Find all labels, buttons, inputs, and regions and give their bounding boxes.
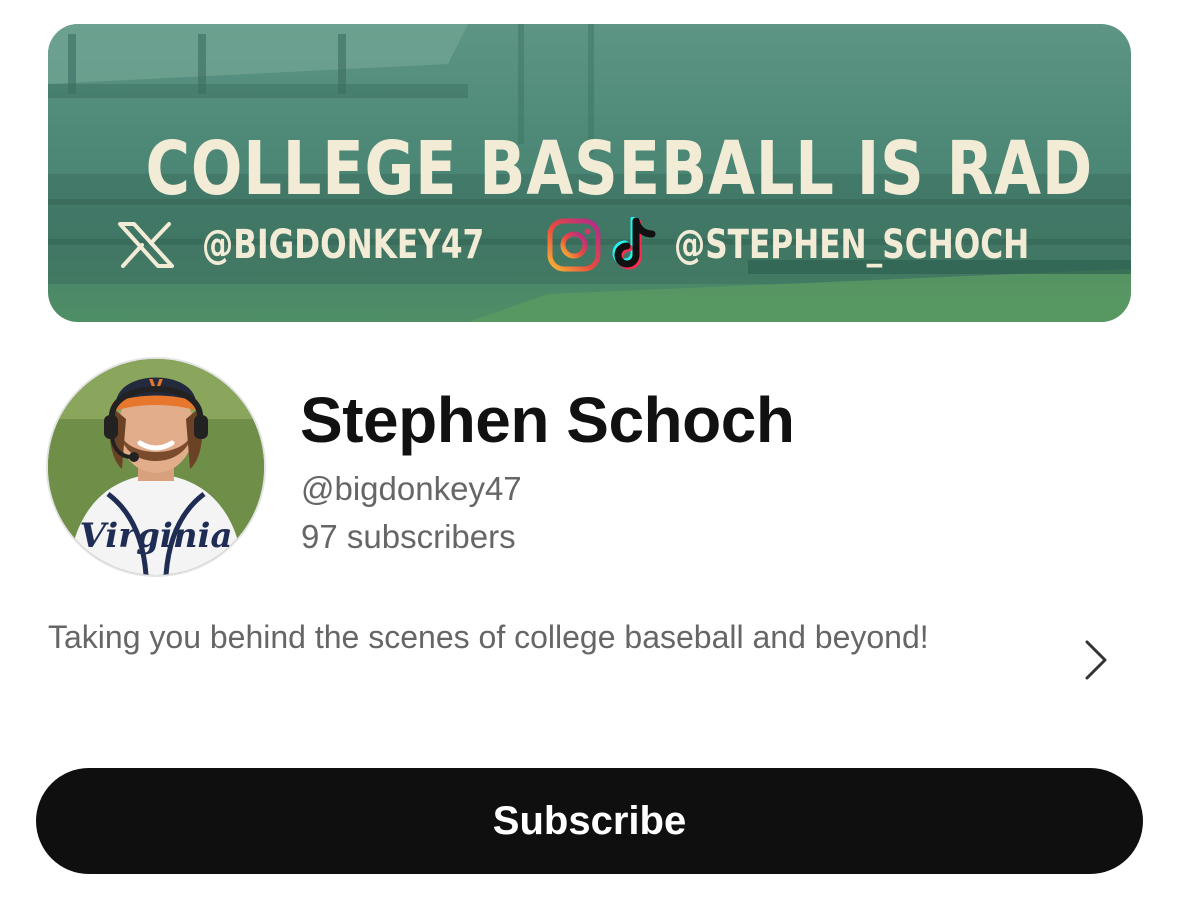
channel-banner[interactable]: COLLEGE BASEBALL IS RAD @BIGDONKEY47 @ST… bbox=[48, 24, 1131, 322]
tiktok-icon bbox=[612, 217, 656, 270]
channel-description-row[interactable]: Taking you behind the scenes of college … bbox=[48, 610, 1131, 710]
instagram-tiktok-handle: @STEPHEN_SCHOCH bbox=[674, 222, 1030, 268]
x-handle: @BIGDONKEY47 bbox=[202, 222, 485, 268]
instagram-icon bbox=[547, 218, 601, 272]
avatar-jersey-text: Virginia bbox=[80, 516, 233, 556]
channel-name: Stephen Schoch bbox=[300, 384, 795, 456]
chevron-right-icon[interactable] bbox=[1081, 638, 1111, 682]
x-icon bbox=[118, 222, 174, 268]
subscribe-button[interactable]: Subscribe bbox=[36, 768, 1143, 874]
channel-header: COLLEGE BASEBALL IS RAD @BIGDONKEY47 @ST… bbox=[0, 0, 1179, 899]
channel-handle: @bigdonkey47 bbox=[301, 470, 522, 507]
avatar-photo: Virginia V bbox=[48, 359, 264, 575]
subscriber-count: 97 subscribers bbox=[301, 518, 516, 555]
avatar[interactable]: Virginia V bbox=[46, 357, 266, 577]
channel-description: Taking you behind the scenes of college … bbox=[48, 619, 929, 655]
banner-socials: @BIGDONKEY47 @STEPHEN_SCHOCH bbox=[118, 217, 1054, 272]
banner-title: COLLEGE BASEBALL IS RAD bbox=[145, 126, 1094, 212]
